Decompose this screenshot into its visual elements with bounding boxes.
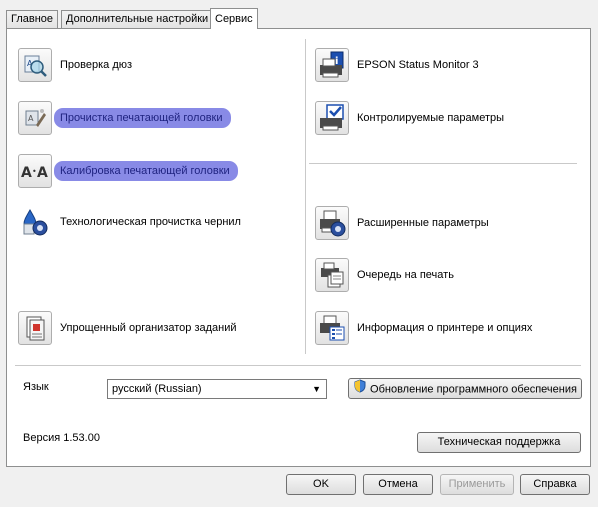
software-update-button[interactable]: Обновление программного обеспечения	[348, 378, 582, 399]
ok-button[interactable]: OK	[286, 474, 356, 495]
apply-button[interactable]: Применить	[440, 474, 514, 495]
nozzle-check-label: Проверка дюз	[60, 59, 133, 71]
tech-support-button[interactable]: Техническая поддержка	[417, 432, 581, 453]
status-monitor-item[interactable]: i EPSON Status Monitor 3	[315, 48, 479, 82]
monitoring-preferences-icon[interactable]	[315, 101, 349, 135]
power-ink-flushing-label: Технологическая прочистка чернил	[60, 216, 241, 228]
print-queue-label: Очередь на печать	[357, 269, 454, 281]
print-queue-item[interactable]: Очередь на печать	[315, 258, 454, 292]
svg-text:A: A	[37, 165, 48, 181]
status-monitor-label: EPSON Status Monitor 3	[357, 59, 479, 71]
head-alignment-item[interactable]: A • A Калибровка печатающей головки	[18, 154, 238, 188]
language-label: Язык	[23, 381, 49, 393]
maintenance-panel: A Проверка дюз A Прочистка печатающей го…	[6, 28, 591, 467]
status-monitor-icon[interactable]: i	[315, 48, 349, 82]
right-divider	[309, 163, 577, 164]
version-text: Версия 1.53.00	[23, 432, 100, 444]
head-cleaning-icon[interactable]: A	[18, 101, 52, 135]
printer-info-icon[interactable]	[315, 311, 349, 345]
job-arranger-icon[interactable]	[18, 311, 52, 345]
head-cleaning-label: Прочистка печатающей головки	[54, 108, 230, 128]
printer-info-label: Информация о принтере и опциях	[357, 322, 533, 334]
power-ink-flushing-icon[interactable]	[18, 205, 52, 239]
tab-advanced[interactable]: Дополнительные настройки	[61, 10, 214, 28]
extended-settings-icon[interactable]	[315, 206, 349, 240]
bottom-divider	[15, 365, 581, 366]
printer-info-item[interactable]: Информация о принтере и опциях	[315, 311, 532, 345]
head-cleaning-item[interactable]: A Прочистка печатающей головки	[18, 101, 230, 135]
nozzle-check-item[interactable]: A Проверка дюз	[18, 48, 132, 82]
language-value: русский (Russian)	[112, 383, 202, 395]
nozzle-check-icon[interactable]: A	[18, 48, 52, 82]
svg-text:A: A	[21, 165, 32, 181]
column-divider	[305, 39, 306, 354]
svg-text:•: •	[32, 167, 37, 176]
tab-main[interactable]: Главное	[6, 10, 59, 28]
software-update-label: Обновление программного обеспечения	[370, 383, 577, 396]
head-alignment-label: Калибровка печатающей головки	[54, 161, 238, 181]
tab-maintenance[interactable]: Сервис	[210, 8, 258, 29]
shield-icon	[353, 379, 367, 400]
print-queue-icon[interactable]	[315, 258, 349, 292]
head-alignment-icon[interactable]: A • A	[18, 154, 52, 188]
job-arranger-item[interactable]: Упрощенный организатор заданий	[18, 311, 237, 345]
svg-text:A: A	[28, 114, 34, 123]
cancel-button[interactable]: Отмена	[363, 474, 433, 495]
language-select[interactable]: русский (Russian) ▼	[107, 379, 327, 399]
monitoring-preferences-item[interactable]: Контролируемые параметры	[315, 101, 504, 135]
monitoring-preferences-label: Контролируемые параметры	[357, 112, 505, 124]
extended-settings-label: Расширенные параметры	[357, 217, 489, 229]
help-button[interactable]: Справка	[520, 474, 590, 495]
extended-settings-item[interactable]: Расширенные параметры	[315, 206, 489, 240]
power-ink-flushing-item[interactable]: Технологическая прочистка чернил	[18, 205, 241, 239]
chevron-down-icon[interactable]: ▼	[312, 380, 321, 398]
job-arranger-label: Упрощенный организатор заданий	[60, 322, 237, 334]
